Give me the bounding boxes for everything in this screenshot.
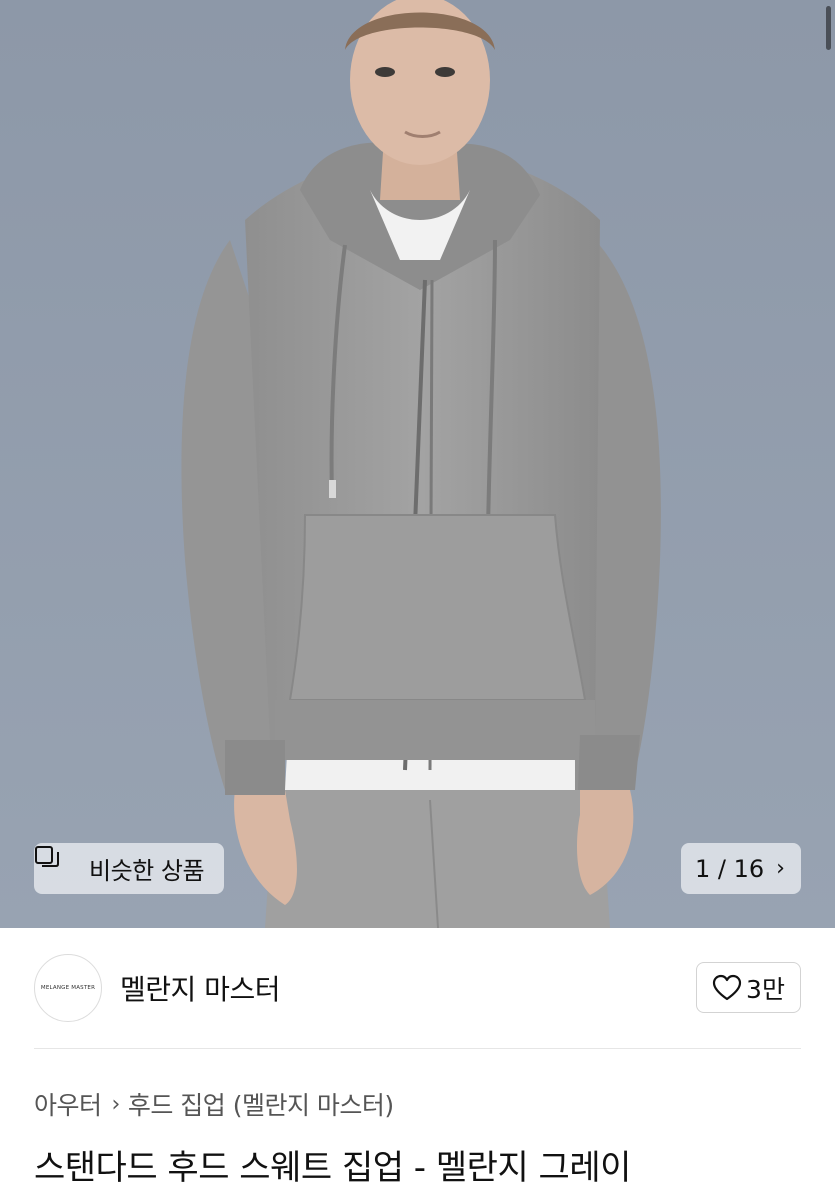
like-count: 3만 xyxy=(746,974,785,1004)
product-image-carousel[interactable]: 비슷한 상품 1 / 16 › xyxy=(0,0,835,928)
scrollbar[interactable] xyxy=(826,6,831,50)
product-title: 스탠다드 후드 스웨트 집업 - 멜란지 그레이 xyxy=(34,1148,631,1188)
breadcrumb: 아우터 › 후드 집업 (멜란지 마스터) xyxy=(34,1086,394,1122)
brand-logo[interactable]: MELANGE MASTER xyxy=(34,954,102,1022)
similar-products-icon xyxy=(35,846,81,884)
brand-name[interactable]: 멜란지 마스터 xyxy=(120,968,280,1008)
similar-products-button[interactable]: 비슷한 상품 xyxy=(34,843,224,894)
brand-logo-text: MELANGE MASTER xyxy=(40,985,96,991)
image-pager-button[interactable]: 1 / 16 › xyxy=(681,843,801,894)
breadcrumb-item-category[interactable]: 아우터 xyxy=(34,1086,102,1122)
breadcrumb-item-subcategory[interactable]: 후드 집업 (멜란지 마스터) xyxy=(128,1086,394,1122)
product-photo xyxy=(0,0,835,928)
chevron-right-icon: › xyxy=(776,856,785,881)
like-button[interactable]: 3만 xyxy=(696,962,801,1013)
similar-products-label: 비슷한 상품 xyxy=(89,857,205,885)
image-pager-label: 1 / 16 xyxy=(695,854,765,883)
divider xyxy=(34,1048,801,1049)
chevron-right-icon: › xyxy=(111,1091,121,1117)
heart-outline-icon xyxy=(712,974,742,1002)
